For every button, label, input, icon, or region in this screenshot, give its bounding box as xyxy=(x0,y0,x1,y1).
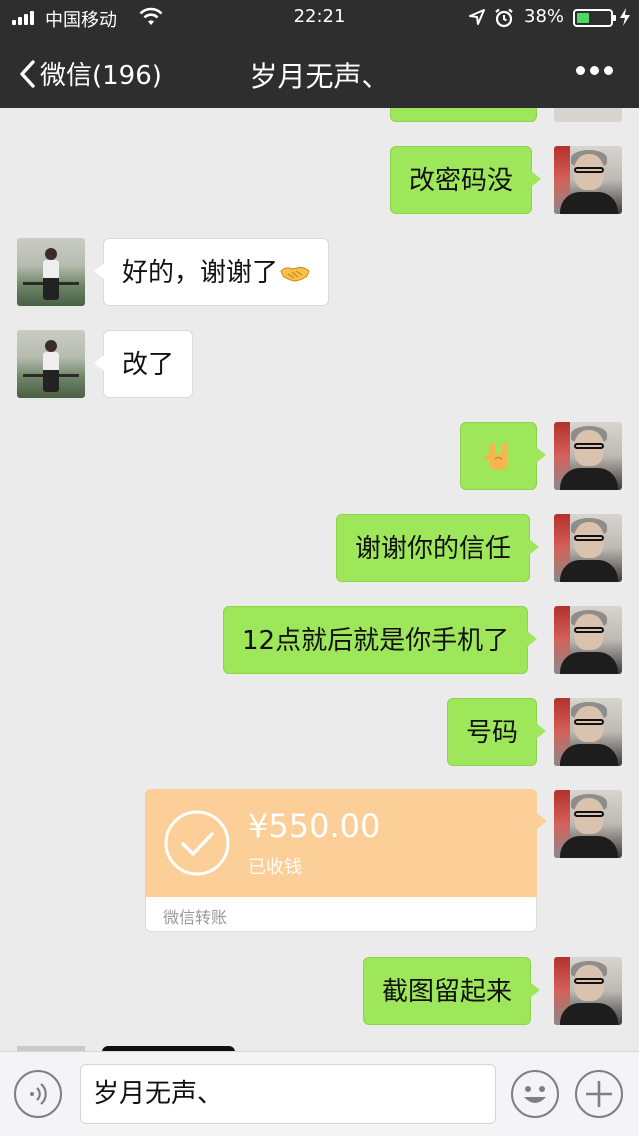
message-bubble-incoming[interactable]: 好的，谢谢了 xyxy=(93,238,330,306)
transfer-card-top: ¥550.00 已收钱 xyxy=(145,789,547,897)
back-button[interactable]: 微信(196) xyxy=(18,55,162,92)
my-avatar[interactable] xyxy=(554,514,622,582)
battery-icon xyxy=(573,9,616,27)
chevron-left-icon xyxy=(20,59,35,88)
message-text: 好的，谢谢了 xyxy=(122,258,279,288)
message-bubble-outgoing[interactable]: 截图留起来 xyxy=(363,957,541,1025)
voice-button[interactable] xyxy=(14,1070,62,1118)
more-icon[interactable] xyxy=(576,66,613,75)
status-bar: 中国移动 22:21 38% xyxy=(0,0,639,36)
emoji-icon xyxy=(524,1086,546,1103)
message-bubble-outgoing[interactable]: 12点就后就是你手机了 xyxy=(223,606,538,674)
plus-button[interactable] xyxy=(575,1070,623,1118)
transfer-card[interactable]: ¥550.00 已收钱 微信转账 xyxy=(145,789,547,932)
message-bubble-partial xyxy=(390,108,537,122)
rock-on-hand-emoji xyxy=(484,443,507,470)
message-bubble-outgoing[interactable]: 谢谢你的信任 xyxy=(336,514,540,582)
message-bubble-outgoing[interactable] xyxy=(460,422,546,490)
message-text: 号码 xyxy=(466,718,519,748)
avatar-partial xyxy=(554,108,622,122)
message-input[interactable]: 岁月无声、 xyxy=(80,1064,496,1124)
back-label: 微信(196) xyxy=(40,61,162,91)
emoji-button[interactable] xyxy=(511,1070,559,1118)
message-text: 截图留起来 xyxy=(382,977,513,1007)
check-circle-icon xyxy=(164,810,230,876)
contact-avatar[interactable] xyxy=(17,330,85,398)
transfer-amount: ¥550.00 xyxy=(248,807,381,845)
charging-icon xyxy=(620,8,630,26)
message-text: 12点就后就是你手机了 xyxy=(242,626,510,656)
handshake-emoji xyxy=(280,266,310,282)
message-bubble-outgoing[interactable]: 改密码没 xyxy=(390,146,542,214)
transfer-card-footer: 微信转账 xyxy=(145,897,537,932)
my-avatar[interactable] xyxy=(554,422,622,490)
my-avatar[interactable] xyxy=(554,790,622,858)
message-text: 谢谢你的信任 xyxy=(355,534,512,564)
my-avatar[interactable] xyxy=(554,698,622,766)
contact-avatar[interactable] xyxy=(17,238,85,306)
battery-percent: 38% xyxy=(524,6,565,27)
plus-icon xyxy=(586,1081,612,1107)
voice-icon xyxy=(30,1083,47,1105)
message-text: 改了 xyxy=(122,350,175,380)
message-bubble-outgoing[interactable]: 号码 xyxy=(447,698,547,766)
transfer-status: 已收钱 xyxy=(248,857,302,878)
message-text: 改密码没 xyxy=(409,166,514,196)
my-avatar[interactable] xyxy=(554,957,622,1025)
my-avatar[interactable] xyxy=(554,146,622,214)
input-bar: 岁月无声、 xyxy=(0,1051,639,1136)
message-bubble-incoming[interactable]: 改了 xyxy=(93,330,194,398)
top-bar: 中国移动 22:21 38% 微信(196) 岁月无声、 xyxy=(0,0,639,108)
my-avatar[interactable] xyxy=(554,606,622,674)
alarm-icon xyxy=(495,8,513,28)
location-icon xyxy=(469,9,485,25)
transfer-label: 微信转账 xyxy=(163,908,228,927)
